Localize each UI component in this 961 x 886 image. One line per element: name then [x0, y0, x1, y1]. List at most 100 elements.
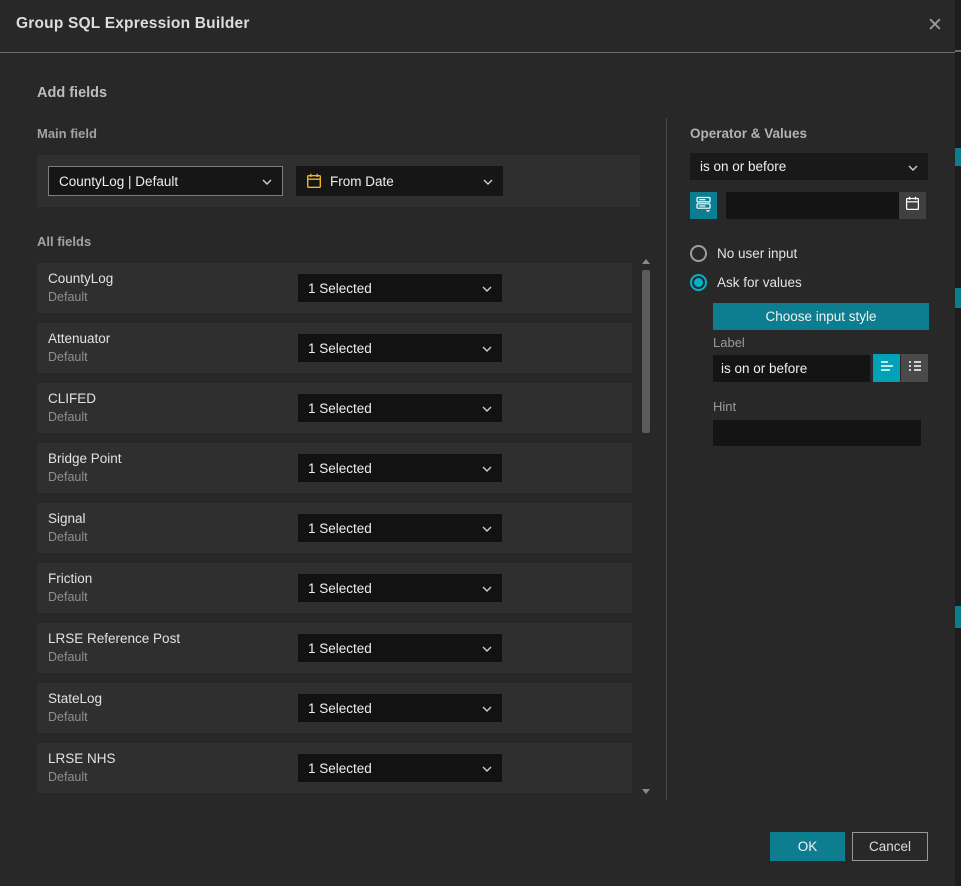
bulleted-list-icon	[907, 359, 923, 378]
field-row-lrse-reference-post: LRSE Reference Post Default 1 Selected	[37, 623, 632, 673]
radio-selected-icon	[690, 274, 707, 291]
close-icon[interactable]: ✕	[922, 12, 948, 38]
label-field-caption: Label	[713, 335, 745, 350]
scrollbar-thumb[interactable]	[642, 270, 650, 433]
field-name: LRSE NHS	[48, 751, 116, 766]
chevron-down-icon	[483, 172, 493, 190]
chevron-down-icon	[482, 339, 492, 357]
field-name: Bridge Point	[48, 451, 122, 466]
scrollbar-down-arrow[interactable]	[642, 789, 650, 794]
selection-value: 1 Selected	[308, 341, 482, 356]
selection-value: 1 Selected	[308, 761, 482, 776]
background-sliver-teal-segment	[955, 148, 961, 166]
field-subtitle: Default	[48, 470, 88, 484]
field-row-bridge-point: Bridge Point Default 1 Selected	[37, 443, 632, 493]
unique-values-picker-button[interactable]	[690, 192, 717, 219]
operator-values-heading: Operator & Values	[690, 126, 807, 141]
chevron-down-icon	[482, 579, 492, 597]
field-subtitle: Default	[48, 350, 88, 364]
field-row-attenuator: Attenuator Default 1 Selected	[37, 323, 632, 373]
group-sql-expression-builder-dialog: Group SQL Expression Builder ✕ Add field…	[0, 0, 961, 886]
main-date-field-select[interactable]: From Date	[296, 166, 503, 196]
operator-value: is on or before	[700, 159, 908, 174]
selection-value: 1 Selected	[308, 461, 482, 476]
field-subtitle: Default	[48, 650, 88, 664]
main-layer-select-value: CountyLog | Default	[59, 174, 262, 189]
field-name: CountyLog	[48, 271, 113, 286]
field-name: Friction	[48, 571, 92, 586]
calendar-icon	[306, 173, 322, 189]
field-row-statelog: StateLog Default 1 Selected	[37, 683, 632, 733]
all-fields-heading: All fields	[37, 234, 91, 249]
value-input[interactable]	[726, 192, 899, 219]
chevron-down-icon	[482, 639, 492, 657]
field-subtitle: Default	[48, 590, 88, 604]
selection-value: 1 Selected	[308, 401, 482, 416]
scrollbar-up-arrow[interactable]	[642, 259, 650, 264]
chevron-down-icon	[482, 699, 492, 717]
field-selection-dropdown[interactable]: 1 Selected	[298, 394, 502, 422]
radio-no-user-input[interactable]: No user input	[690, 245, 797, 262]
align-left-icon	[879, 359, 895, 378]
radio-unselected-icon	[690, 245, 707, 262]
field-subtitle: Default	[48, 410, 88, 424]
field-selection-dropdown[interactable]: 1 Selected	[298, 694, 502, 722]
background-sliver-line	[955, 50, 961, 52]
radio-ask-for-values[interactable]: Ask for values	[690, 274, 802, 291]
chevron-down-icon	[482, 459, 492, 477]
field-name: CLIFED	[48, 391, 96, 406]
field-subtitle: Default	[48, 290, 88, 304]
field-row-friction: Friction Default 1 Selected	[37, 563, 632, 613]
date-picker-button[interactable]	[899, 192, 926, 219]
chevron-down-icon	[908, 158, 918, 176]
field-name: Signal	[48, 511, 86, 526]
field-subtitle: Default	[48, 710, 88, 724]
field-row-countylog: CountyLog Default 1 Selected	[37, 263, 632, 313]
field-selection-dropdown[interactable]: 1 Selected	[298, 574, 502, 602]
field-row-clifed: CLIFED Default 1 Selected	[37, 383, 632, 433]
field-name: LRSE Reference Post	[48, 631, 180, 646]
main-layer-select[interactable]: CountyLog | Default	[48, 166, 283, 196]
field-selection-dropdown[interactable]: 1 Selected	[298, 454, 502, 482]
selection-value: 1 Selected	[308, 281, 482, 296]
chevron-down-icon	[262, 172, 272, 190]
label-input[interactable]	[713, 355, 870, 382]
field-selection-dropdown[interactable]: 1 Selected	[298, 634, 502, 662]
background-app-sliver	[955, 0, 961, 886]
selection-value: 1 Selected	[308, 641, 482, 656]
hint-input[interactable]	[713, 420, 921, 446]
background-sliver-teal-segment	[955, 288, 961, 308]
dialog-title: Group SQL Expression Builder	[16, 15, 250, 33]
operator-select[interactable]: is on or before	[690, 153, 928, 180]
cancel-button[interactable]: Cancel	[852, 832, 928, 861]
radio-label: No user input	[717, 246, 797, 261]
radio-label: Ask for values	[717, 275, 802, 290]
field-name: StateLog	[48, 691, 102, 706]
field-name: Attenuator	[48, 331, 110, 346]
field-selection-dropdown[interactable]: 1 Selected	[298, 334, 502, 362]
ok-button[interactable]: OK	[770, 832, 845, 861]
add-fields-heading: Add fields	[37, 85, 107, 101]
chevron-down-icon	[482, 519, 492, 537]
field-row-signal: Signal Default 1 Selected	[37, 503, 632, 553]
selection-value: 1 Selected	[308, 521, 482, 536]
field-selection-dropdown[interactable]: 1 Selected	[298, 754, 502, 782]
chevron-down-icon	[482, 759, 492, 777]
field-selection-dropdown[interactable]: 1 Selected	[298, 274, 502, 302]
field-selection-dropdown[interactable]: 1 Selected	[298, 514, 502, 542]
hint-field-caption: Hint	[713, 399, 736, 414]
selection-value: 1 Selected	[308, 581, 482, 596]
panel-divider	[666, 118, 667, 800]
selection-value: 1 Selected	[308, 701, 482, 716]
header-divider	[0, 52, 955, 53]
value-list-icon	[695, 195, 712, 217]
main-field-container: CountyLog | Default From Date	[37, 155, 640, 207]
single-line-style-toggle[interactable]	[873, 354, 900, 382]
list-style-toggle[interactable]	[901, 354, 928, 382]
field-subtitle: Default	[48, 530, 88, 544]
background-sliver-teal-segment	[955, 606, 961, 628]
main-field-heading: Main field	[37, 126, 97, 141]
calendar-icon	[905, 196, 920, 216]
choose-input-style-button[interactable]: Choose input style	[713, 303, 929, 330]
chevron-down-icon	[482, 279, 492, 297]
